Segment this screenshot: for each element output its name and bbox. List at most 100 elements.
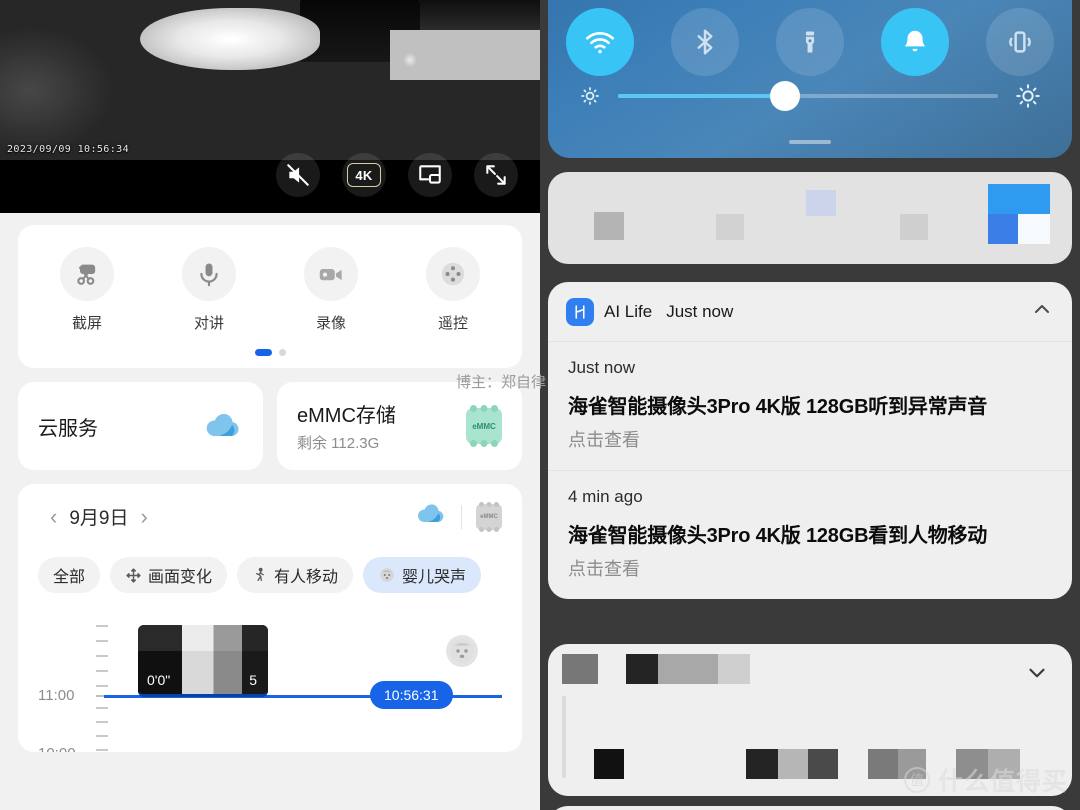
filter-chip-motion[interactable]: 画面变化 [110,557,228,593]
bluetooth-icon [697,29,713,55]
clip-thumbnail [138,625,268,651]
event-filter-chips: 全部 画面变化 有人移动 婴儿哭声 [38,557,502,593]
timeline-hour-label: 11:00 [38,687,75,704]
notification-time: 4 min ago [568,487,643,506]
next-day-button[interactable]: › [128,505,159,528]
collapse-group-button[interactable] [1030,297,1054,326]
current-date: 9月9日 [69,508,129,529]
fullscreen-button[interactable] [474,153,518,197]
vibrate-toggle[interactable] [967,8,1072,76]
page-indicator [26,349,514,356]
timeline-time-pill[interactable]: 10:56:31 [370,681,453,709]
action-intercom[interactable]: 对讲 [148,247,270,333]
notification-item[interactable]: 4 min ago 海雀智能摄像头3Pro 4K版 128GB看到人物移动 点击… [548,470,1072,599]
wifi-toggle[interactable] [548,8,653,76]
redacted-widget-card[interactable] [548,172,1072,264]
timeline-hour-label: 10:00 [38,745,76,752]
notification-title: 海雀智能摄像头3Pro 4K版 128GB看到人物移动 [568,525,988,547]
notification-title: 海雀智能摄像头3Pro 4K版 128GB听到异常声音 [568,396,988,418]
cloud-service-card[interactable]: 云服务 [18,382,263,470]
emmc-storage-text: eMMC存储 剩余 112.3G [297,405,396,452]
chevron-down-icon [1029,668,1045,678]
bell-icon [904,30,925,52]
flashlight-toggle[interactable] [758,8,863,76]
baby-face-icon [380,568,394,582]
flashlight-icon [805,31,815,53]
action-label: 录像 [315,315,346,332]
emmc-storage-card[interactable]: eMMC存储 剩余 112.3G eMMC [277,382,522,470]
cloud-service-title: 云服务 [38,417,98,440]
timeline-baby-face-icon [446,635,478,667]
filter-label: 全部 [53,569,86,586]
action-label: 对讲 [193,315,224,332]
notification-group-ai-life[interactable]: AI Life Just now Just now 海雀智能摄像头3Pro 4K… [548,282,1072,599]
expand-notification-button[interactable] [1024,660,1050,691]
site-watermark-text: 什么值得买 [937,768,1068,796]
storage-row: 云服务 eMMC存储 剩余 112.3G eMMC [18,382,522,470]
bluetooth-toggle[interactable] [653,8,758,76]
wifi-icon [586,31,615,54]
cloud-source-icon[interactable] [415,502,447,531]
quick-actions-row: 截屏 对讲 录像 遥控 [26,247,514,333]
chevron-up-icon [1035,305,1049,313]
notification-shade-pane: AI Life Just now Just now 海雀智能摄像头3Pro 4K… [540,0,1080,810]
ring-toggle[interactable] [862,8,967,76]
filter-label: 画面变化 [148,569,213,586]
notification-item[interactable]: Just now 海雀智能摄像头3Pro 4K版 128GB听到异常声音 点击查… [548,342,1072,470]
redacted-notification-card-partial[interactable] [548,806,1072,810]
action-label: 遥控 [437,315,468,332]
shade-drag-handle[interactable] [789,140,831,144]
brightness-slider-knob[interactable] [770,81,801,111]
event-timeline[interactable]: 11:00 10:00 0'0" [38,617,502,752]
live-video-player[interactable]: 2023/09/09 10:56:34 4K [0,0,540,213]
notification-subtitle: 点击查看 [568,430,640,450]
ai-life-app-icon [566,297,594,326]
filter-chip-all[interactable]: 全部 [38,557,101,593]
emmc-source-icon[interactable]: eMMC [476,501,502,532]
resolution-4k-label: 4K [347,163,381,187]
quick-settings-toggles [548,8,1072,76]
notification-group-time: Just now [666,301,734,321]
brightness-slider[interactable] [618,81,998,111]
filter-chip-person[interactable]: 有人移动 [237,557,354,593]
microphone-icon [182,247,236,301]
quick-settings-panel [548,0,1072,158]
person-icon [256,567,264,581]
brightness-slider-fill [618,94,786,98]
prev-day-button[interactable]: ‹ [38,505,69,528]
action-screenshot[interactable]: 截屏 [26,247,148,333]
resolution-button[interactable]: 4K [342,153,386,197]
mute-button[interactable] [276,153,320,197]
camcorder-icon [304,247,358,301]
scene-clutter [390,30,540,80]
scissors-icon [60,247,114,301]
pip-button[interactable] [408,153,452,197]
notification-subtitle: 点击查看 [568,559,640,579]
date-navigator: ‹ 9月9日 › eMMC [38,501,502,532]
cloud-icon [203,411,243,441]
brightness-control [578,81,1042,111]
fullscreen-icon [486,165,506,185]
scene-blanket [140,8,320,70]
storage-source-toggle: eMMC [415,501,502,532]
picture-in-picture-icon [419,165,441,184]
action-record[interactable]: 录像 [270,247,392,333]
action-remote[interactable]: 遥控 [392,247,514,333]
page-dot-active[interactable] [254,349,272,356]
events-card: ‹ 9月9日 › eMMC 全部 画面变化 有人移动 婴儿哭声 11:00 0'… [18,484,522,752]
filter-chip-baby-cry[interactable]: 婴儿哭声 [363,557,482,593]
motion-icon [126,567,141,583]
mute-icon [287,164,309,186]
filter-label: 有人移动 [274,569,339,586]
brightness-high-icon [1016,84,1040,108]
camera-app-pane: 2023/09/09 10:56:34 4K 截屏 对讲 录像 遥控 云服务 e… [0,0,540,810]
notification-group-header[interactable]: AI Life Just now [548,282,1072,342]
author-watermark: 博主：郑自律 [456,374,547,391]
emmc-chip-icon: eMMC [466,405,502,447]
video-timestamp: 2023/09/09 10:56:34 [7,144,129,155]
divider [461,504,462,529]
remote-icon [426,247,480,301]
page-dot[interactable] [278,349,286,356]
timeline-clip[interactable]: 0'0" 5 [138,625,268,697]
clip-count: 5 [249,672,257,688]
